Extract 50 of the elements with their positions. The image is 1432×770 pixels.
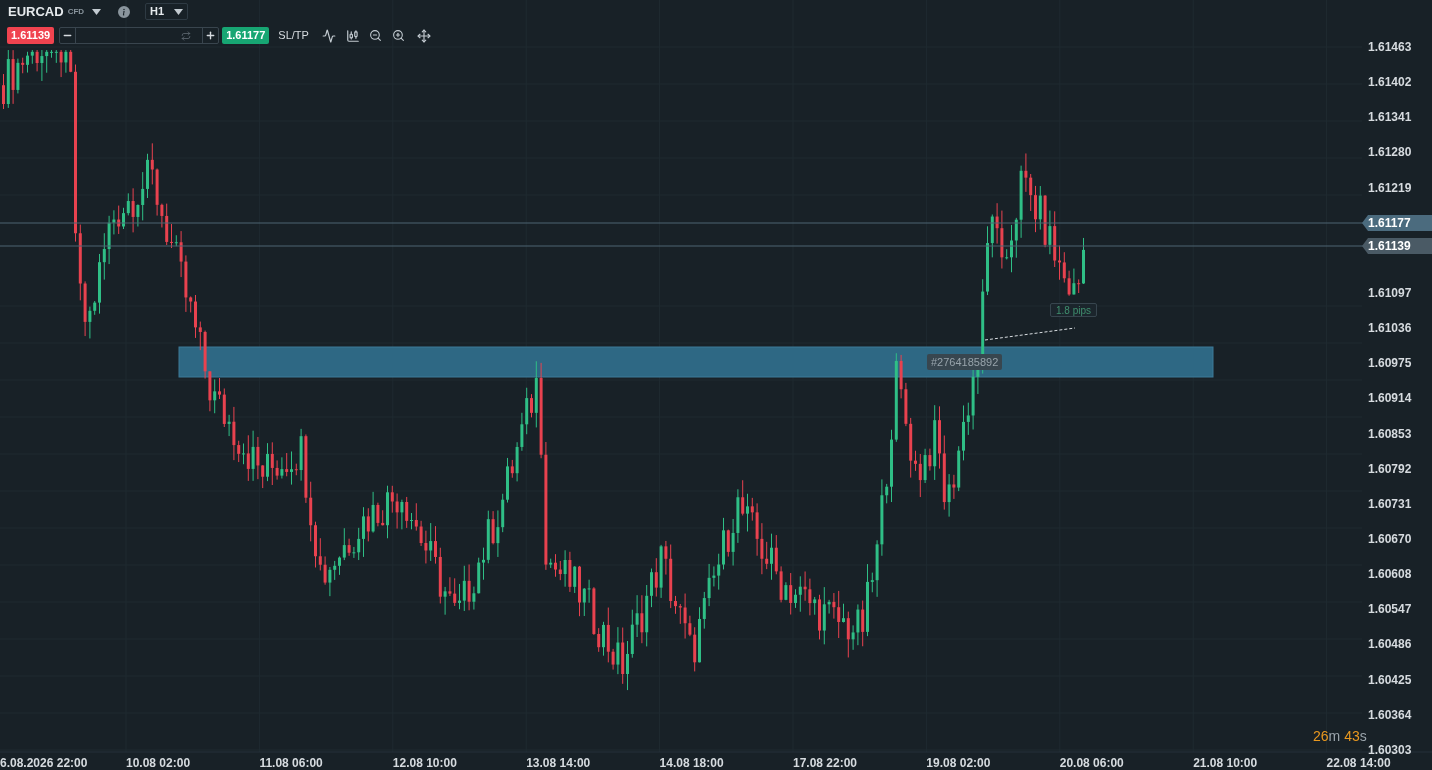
volume-field[interactable] — [59, 27, 220, 44]
time-axis-label: 20.08 06:00 — [1059, 755, 1124, 770]
price-axis-label: 1.60547 — [1368, 601, 1412, 619]
price-axis-label: 1.60975 — [1368, 355, 1412, 373]
info-icon[interactable] — [118, 5, 131, 18]
price-axis-label: 1.61402 — [1368, 74, 1412, 92]
price-axis-label: 1.60364 — [1368, 706, 1412, 724]
price-axis-label: 1.60303 — [1368, 741, 1412, 758]
price-axis-label: 1.60670 — [1368, 530, 1412, 548]
time-axis-label: 22.08 14:00 — [1326, 755, 1391, 770]
sl-tp-button[interactable]: SL/TP — [278, 27, 309, 44]
symbol-type: CFD — [67, 5, 85, 18]
plus-icon[interactable] — [205, 30, 217, 41]
timeframe-dropdown[interactable]: H1 — [145, 3, 189, 20]
price-axis-label: 1.60425 — [1368, 671, 1412, 689]
time-axis-label: 11.08 06:00 — [259, 755, 323, 770]
price-axis-label: 1.61341 — [1368, 109, 1412, 127]
price-axis-label: 1.61097 — [1368, 285, 1412, 302]
time-axis-label: 10.08 02:00 — [126, 755, 191, 770]
current-price-tag: 1.61139 — [1362, 238, 1432, 254]
line-chart-icon[interactable] — [321, 28, 336, 43]
price-axis-label: 1.60486 — [1368, 636, 1412, 654]
countdown-timer: 26m 43s — [1313, 727, 1367, 746]
symbol-name[interactable]: EURCAD — [8, 1, 64, 22]
position-label[interactable]: #2764185892 — [927, 354, 1003, 370]
price-axis-label: 1.60853 — [1368, 425, 1412, 443]
time-axis-label: 17.08 22:00 — [792, 755, 857, 770]
time-axis-label: 6.08.2026 22:00 — [0, 755, 88, 770]
time-axis-label: 19.08 02:00 — [926, 755, 991, 770]
price-axis-label: 1.61036 — [1368, 320, 1412, 338]
zoom-in-icon[interactable] — [391, 29, 405, 42]
current-price-tag: 1.61177 — [1362, 215, 1432, 231]
price-axis-label: 1.60608 — [1368, 566, 1412, 584]
price-axis-label: 1.60914 — [1368, 390, 1412, 408]
time-axis-label: 12.08 10:00 — [392, 755, 457, 770]
caret-icon — [174, 8, 184, 15]
sell-price-button[interactable]: 1.61139 — [7, 27, 55, 44]
price-axis-label: 1.60731 — [1368, 495, 1412, 513]
zoom-out-icon[interactable] — [368, 29, 382, 42]
price-axis-label: 1.61280 — [1368, 144, 1412, 162]
time-axis-label: 14.08 18:00 — [659, 755, 724, 770]
distance-label: 1.8 pips — [1050, 303, 1098, 317]
price-axis-label: 1.61219 — [1368, 179, 1412, 197]
candlestick-icon[interactable] — [345, 28, 360, 43]
price-axis-label: 1.61463 — [1368, 39, 1412, 56]
price-axis-label: 1.60792 — [1368, 460, 1412, 478]
time-axis-label: 21.08 10:00 — [1193, 755, 1258, 770]
time-axis-label: 13.08 14:00 — [526, 755, 591, 770]
caret-icon[interactable] — [92, 8, 102, 15]
move-icon[interactable] — [416, 28, 431, 43]
